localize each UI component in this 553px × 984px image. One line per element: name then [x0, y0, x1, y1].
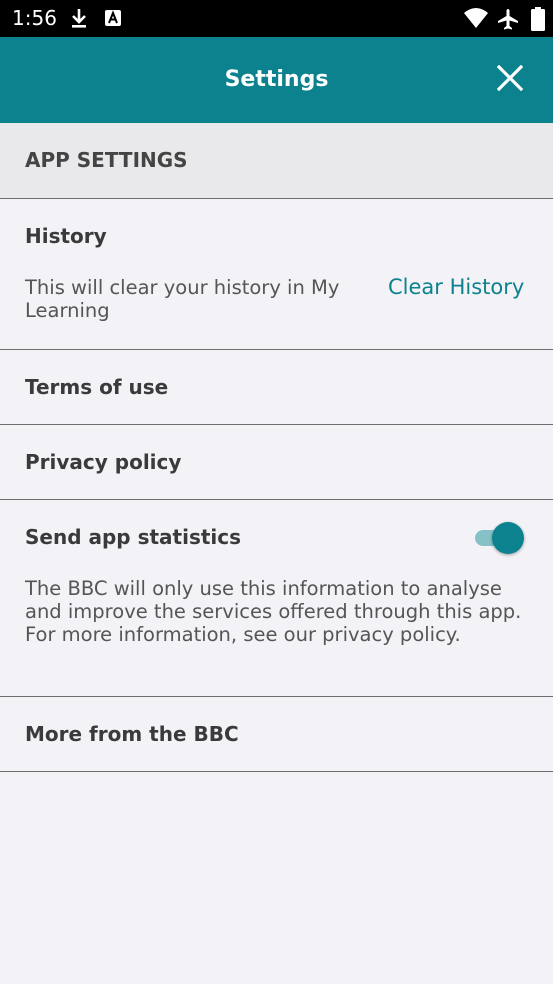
send-app-statistics-description: The BBC will only use this information t… [25, 577, 522, 646]
wifi-icon [463, 7, 489, 33]
airplane-icon [496, 7, 520, 35]
section-header-label: APP SETTINGS [25, 148, 188, 172]
section-header-app-settings: APP SETTINGS [0, 123, 553, 199]
app-bar: Settings [0, 37, 553, 123]
history-title: History [25, 224, 107, 248]
send-app-statistics-toggle[interactable] [473, 522, 525, 554]
send-app-statistics-title: Send app statistics [25, 525, 242, 549]
close-icon [496, 64, 524, 95]
toggle-thumb [492, 522, 524, 554]
status-bar: 1:56 [0, 0, 553, 37]
privacy-policy-row[interactable]: Privacy policy [0, 425, 553, 500]
send-app-statistics-row: Send app statistics The BBC will only us… [0, 500, 553, 697]
terms-of-use-label: Terms of use [25, 375, 169, 399]
terms-of-use-row[interactable]: Terms of use [0, 350, 553, 425]
privacy-policy-label: Privacy policy [25, 450, 182, 474]
page-title: Settings [224, 67, 329, 92]
a-badge-icon [104, 7, 122, 33]
close-button[interactable] [486, 59, 534, 101]
status-time: 1:56 [12, 6, 57, 30]
history-row: History This will clear your history in … [0, 199, 553, 350]
history-description: This will clear your history in My Learn… [25, 276, 340, 322]
more-from-bbc-row[interactable]: More from the BBC [0, 697, 553, 772]
battery-icon [531, 7, 545, 35]
clear-history-button[interactable]: Clear History [388, 275, 524, 299]
more-from-bbc-label: More from the BBC [25, 722, 239, 746]
download-icon [69, 7, 89, 33]
